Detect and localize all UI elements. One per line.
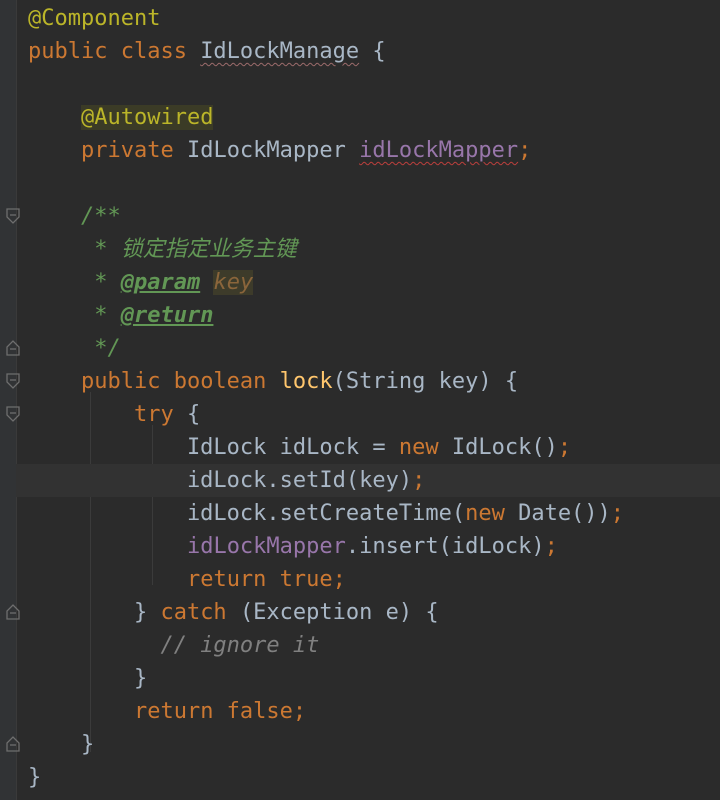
code-line[interactable]: } <box>28 761 720 794</box>
code-editor[interactable]: @Component public class IdLockManage { @A… <box>16 0 720 800</box>
code-line[interactable]: IdLock idLock = new IdLock(); <box>28 431 720 464</box>
code-token: return true; <box>186 567 346 592</box>
code-token: ; <box>412 468 426 493</box>
code-token: { <box>359 39 386 64</box>
code-token: try <box>133 402 187 427</box>
code-token: * <box>28 303 121 328</box>
code-token: * <box>28 270 121 295</box>
code-token: { <box>186 402 201 427</box>
code-token: @Autowired <box>80 105 214 130</box>
code-token: ; <box>518 138 532 163</box>
code-token: Date()) <box>518 501 611 526</box>
code-line[interactable]: /** <box>28 200 720 233</box>
code-token: return false; <box>133 699 307 724</box>
code-token: IdLockManage <box>200 39 360 64</box>
code-line[interactable]: @Component <box>28 2 720 35</box>
code-line[interactable]: * @param key <box>28 266 720 299</box>
code-token: * 锁定指定业务主键 <box>28 237 297 262</box>
code-token: public boolean <box>80 369 280 394</box>
code-token: ; <box>610 501 625 526</box>
code-token: IdLock idLock = <box>28 435 399 460</box>
code-token: idLockMapper <box>186 534 346 559</box>
code-line[interactable] <box>28 167 720 200</box>
code-token: // ignore it <box>160 633 320 658</box>
code-line[interactable]: public class IdLockManage { <box>28 35 720 68</box>
code-token: } <box>28 600 161 625</box>
code-token: lock <box>279 369 333 394</box>
code-line[interactable]: try { <box>28 398 720 431</box>
code-token: (String key) { <box>332 369 519 394</box>
code-line[interactable]: idLockMapper.insert(idLock); <box>28 530 720 563</box>
code-token: @return <box>120 303 214 328</box>
code-line[interactable]: } <box>28 728 720 761</box>
code-line[interactable] <box>28 68 720 101</box>
editor-gutter[interactable] <box>0 0 17 800</box>
code-token: } <box>28 765 42 790</box>
code-line[interactable]: * @return <box>28 299 720 332</box>
code-token: } <box>28 666 148 691</box>
code-line[interactable]: private IdLockMapper idLockMapper; <box>28 134 720 167</box>
code-line[interactable]: } <box>28 662 720 695</box>
code-token: .insert(idLock) <box>345 534 545 559</box>
code-token: @Component <box>28 6 161 31</box>
code-token: ; <box>544 534 558 559</box>
code-token: (Exception e) { <box>239 600 439 625</box>
code-token: public class <box>28 39 201 64</box>
code-line[interactable]: return true; <box>28 563 720 596</box>
code-line[interactable]: * 锁定指定业务主键 <box>28 233 720 266</box>
code-token: ; <box>557 435 572 460</box>
code-line[interactable]: } catch (Exception e) { <box>28 596 720 629</box>
code-token: idLockMapper <box>359 138 519 163</box>
code-line[interactable]: // ignore it <box>28 629 720 662</box>
code-line[interactable]: */ <box>28 332 720 365</box>
code-token: new <box>398 435 452 460</box>
code-token: idLock.setId(key) <box>28 468 413 493</box>
code-token: IdLock() <box>451 435 558 460</box>
code-line[interactable]: return false; <box>28 695 720 728</box>
code-token: IdLockMapper <box>186 138 360 163</box>
code-token: private <box>80 138 187 163</box>
code-token: @param <box>120 270 201 295</box>
code-token: key <box>213 270 254 295</box>
code-token: /** <box>80 204 121 229</box>
code-token: catch <box>160 600 240 625</box>
code-line[interactable]: idLock.setCreateTime(new Date()); <box>28 497 720 530</box>
code-line[interactable]: public boolean lock(String key) { <box>28 365 720 398</box>
code-line[interactable]: @Autowired <box>28 101 720 134</box>
code-token: new <box>465 501 519 526</box>
code-token: */ <box>28 336 121 361</box>
code-token: idLock.setCreateTime( <box>28 501 466 526</box>
code-line[interactable]: idLock.setId(key); <box>16 464 720 497</box>
code-token: } <box>28 732 95 757</box>
